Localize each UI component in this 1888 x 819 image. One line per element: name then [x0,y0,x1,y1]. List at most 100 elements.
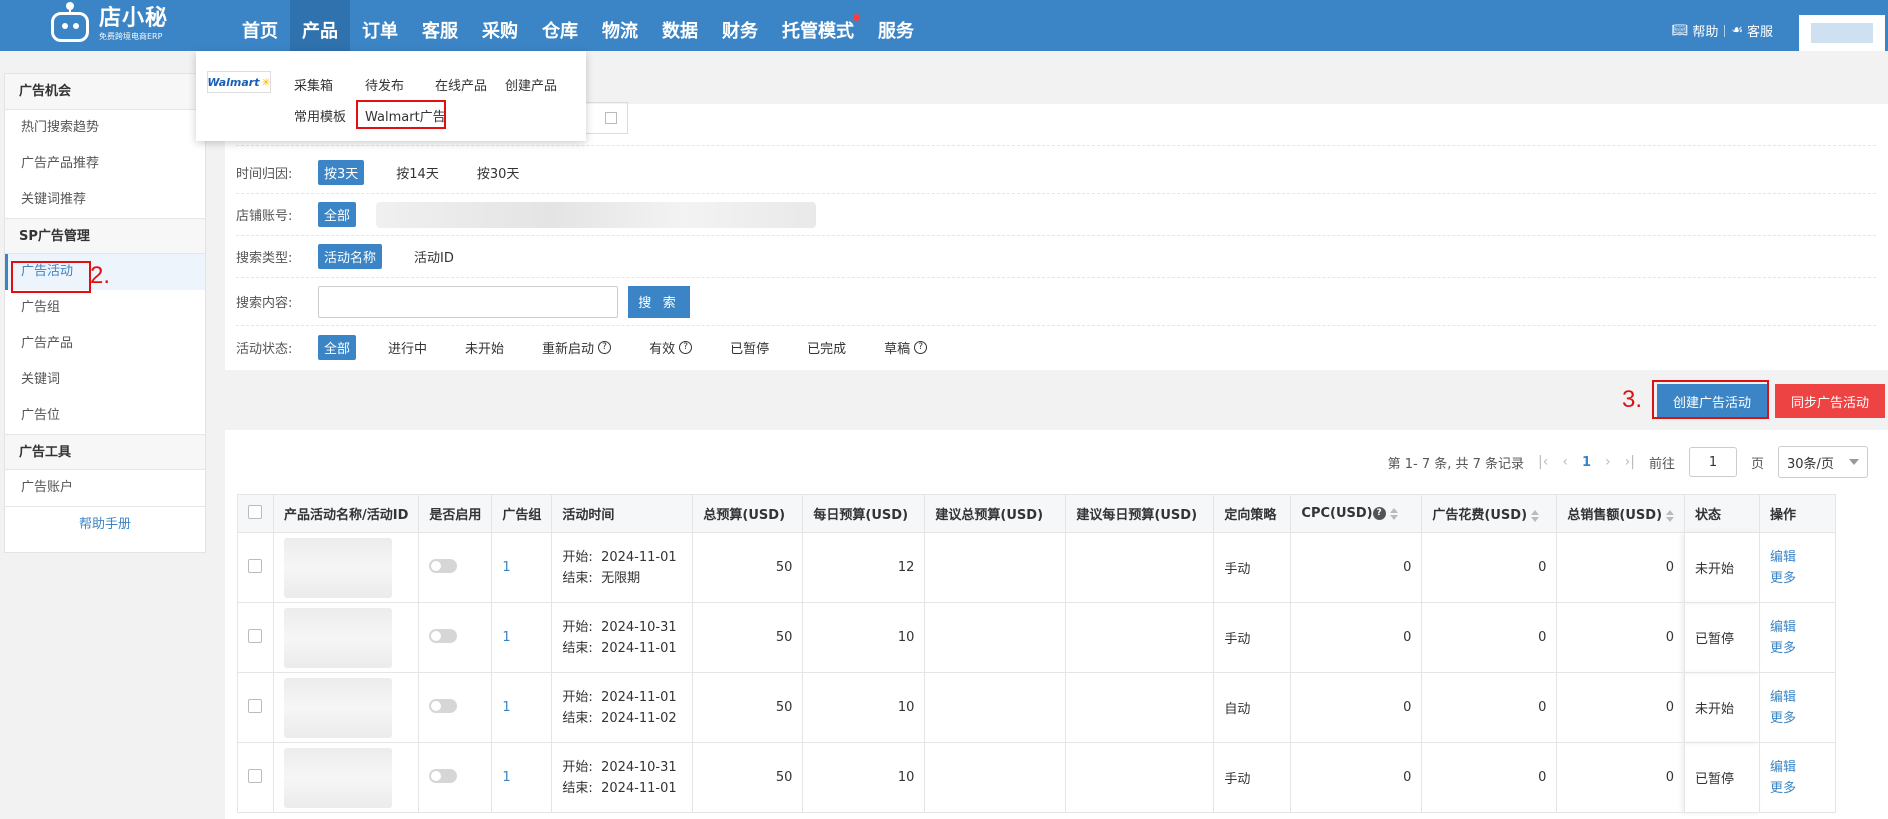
goto-page-input[interactable]: 1 [1688,447,1737,477]
more-link[interactable]: 更多 [1770,708,1825,729]
sidebar-item-ad-groups[interactable]: 广告组 [5,290,205,326]
sort-icon[interactable] [1666,509,1675,522]
first-page-icon[interactable]: |‹ [1538,454,1548,470]
search-button[interactable]: 搜 索 [628,285,690,318]
menu-item-collection-box[interactable]: 采集箱 [294,75,333,94]
more-link[interactable]: 更多 [1770,638,1825,659]
store-account-row: 店铺账号: 全部 [236,194,1876,236]
menu-item-pending-publish[interactable]: 待发布 [365,75,404,94]
store-option-all[interactable]: 全部 [318,202,357,227]
status-option-paused[interactable]: 已暂停 [724,335,775,360]
status-option-running[interactable]: 进行中 [382,335,433,360]
ad-group-count[interactable]: 1 [491,672,553,743]
edit-link[interactable]: 编辑 [1770,617,1825,638]
start-time: 开始: 2024-11-01 [562,547,682,568]
select-all-checkbox[interactable] [248,504,262,519]
current-page[interactable]: 1 [1582,455,1591,470]
more-link[interactable]: 更多 [1770,568,1825,589]
sidebar-item-keywords[interactable]: 关键词 [5,362,205,398]
sidebar-item-keyword-recommend[interactable]: 关键词推荐 [5,182,205,218]
nav-warehouse[interactable]: 仓库 [530,0,590,51]
col-cpc[interactable]: CPC(USD)? [1290,494,1423,533]
time-option-3d[interactable]: 按3天 [318,160,365,185]
time-option-30d[interactable]: 按30天 [471,160,526,185]
status-option-valid[interactable]: 有效? [643,335,698,360]
search-input[interactable] [318,285,618,318]
row-checkbox[interactable] [248,698,262,713]
sort-icon[interactable] [1531,509,1540,522]
time-option-14d[interactable]: 按14天 [390,160,445,185]
nav-data[interactable]: 数据 [650,0,710,51]
nav-services[interactable]: 服务 [866,0,926,51]
nav-home[interactable]: 首页 [230,0,290,51]
row-checkbox[interactable] [248,558,262,573]
next-page-icon[interactable]: › [1605,454,1611,470]
end-time: 结束: 2024-11-02 [562,708,682,729]
total-sales-cell: 0 [1556,532,1686,603]
col-actions: 操作 [1759,494,1837,533]
enable-toggle[interactable] [429,558,458,573]
edit-link[interactable]: 编辑 [1770,687,1825,708]
user-account[interactable] [1799,14,1885,51]
menu-item-common-templates[interactable]: 常用模板 [294,106,346,125]
sort-icon[interactable] [1389,507,1398,520]
nav-logistics[interactable]: 物流 [590,0,650,51]
sync-campaigns-button[interactable]: 同步广告活动 [1775,384,1885,418]
book-icon: 📖︎ [1671,23,1689,38]
nav-customer-service[interactable]: 客服 [410,0,470,51]
enable-toggle[interactable] [429,698,458,713]
col-daily-budget: 每日预算(USD) [802,494,926,533]
ad-group-count[interactable]: 1 [491,602,553,673]
status-option-draft-label: 草稿 [884,341,911,357]
row-select-cell [237,602,274,673]
status-option-all[interactable]: 全部 [318,334,357,360]
status-option-not-started[interactable]: 未开始 [459,335,510,360]
nav-hosting-mode[interactable]: 托管模式 [770,0,866,51]
more-link[interactable]: 更多 [1770,778,1825,799]
search-type-campaign-name[interactable]: 活动名称 [318,244,383,269]
enable-toggle[interactable] [429,768,458,783]
start-date: 2024-11-01 [601,689,677,705]
sidebar-help-manual[interactable]: 帮助手册 [5,506,205,542]
question-icon[interactable]: ? [1372,507,1386,520]
sidebar-item-hot-search-trends[interactable]: 热门搜索趋势 [5,110,205,146]
menu-item-online-products[interactable]: 在线产品 [435,75,487,94]
nav-finance[interactable]: 财务 [710,0,770,51]
last-page-icon[interactable]: ›| [1625,454,1635,470]
menu-item-create-product[interactable]: 创建产品 [505,75,557,94]
sidebar-item-ad-accounts[interactable]: 广告账户 [5,470,205,506]
row-checkbox[interactable] [248,628,262,643]
question-icon[interactable]: ? [598,340,612,354]
prev-page-icon[interactable]: ‹ [1562,454,1568,470]
sidebar-item-ad-product-recommend[interactable]: 广告产品推荐 [5,146,205,182]
page-size-select[interactable]: 30条/页 [1778,446,1868,478]
logo[interactable]: 店小秘 免费跨境电商ERP [47,2,168,46]
cpc-cell: 0 [1290,532,1423,603]
enable-toggle[interactable] [429,628,458,643]
search-type-campaign-id[interactable]: 活动ID [408,244,460,269]
question-icon[interactable]: ? [679,340,693,354]
col-ad-spend[interactable]: 广告花费(USD) [1421,494,1558,533]
nav-purchase[interactable]: 采购 [470,0,530,51]
status-option-completed[interactable]: 已完成 [801,335,852,360]
row-checkbox[interactable] [248,768,262,783]
total-budget-cell: 50 [692,532,804,603]
nav-orders[interactable]: 订单 [350,0,410,51]
col-total-sales[interactable]: 总销售额(USD) [1556,494,1686,533]
nav-product[interactable]: 产品 [290,0,350,51]
help-link[interactable]: 📖︎ 帮助 [1666,21,1725,40]
start-label: 开始: [562,759,593,775]
customer-service-link[interactable]: ☙ 客服 [1725,21,1779,40]
ad-group-count[interactable]: 1 [491,532,553,603]
status-option-draft[interactable]: 草稿? [878,335,933,360]
sidebar-item-placements[interactable]: 广告位 [5,398,205,434]
question-icon[interactable]: ? [914,340,928,354]
highlight-box-ad-campaigns [11,261,91,293]
edit-link[interactable]: 编辑 [1770,757,1825,778]
ad-group-count[interactable]: 1 [491,742,553,813]
suggested-total-budget-cell [924,672,1067,743]
edit-link[interactable]: 编辑 [1770,547,1825,568]
col-suggested-daily-budget: 建议每日预算(USD) [1065,494,1215,533]
status-option-restarted[interactable]: 重新启动? [536,335,617,360]
sidebar-item-ad-products[interactable]: 广告产品 [5,326,205,362]
